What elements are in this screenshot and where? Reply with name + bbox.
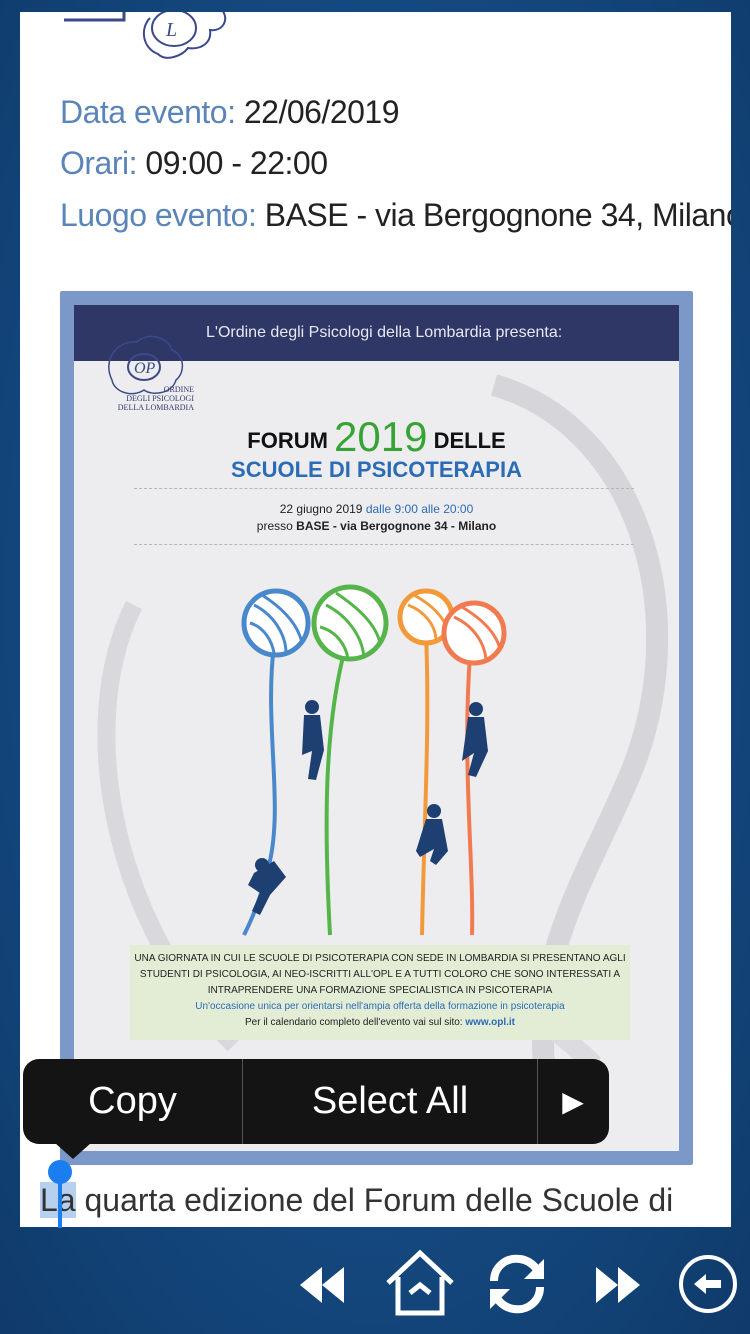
event-hours-line: Orari: 09:00 - 22:00 [60,145,328,182]
svg-text:L: L [165,19,177,41]
poster-logo-text: ORDINE DEGLI PSICOLOGI DELLA LOMBARDIA [117,385,194,412]
event-hours-label: Orari: [60,145,138,181]
event-date-label: Data evento: [60,94,236,130]
poster-subtitle: SCUOLE DI PSICOTERAPIA [231,457,522,482]
event-hours-value: 09:00 - 22:00 [145,145,328,181]
event-place-line: Luogo evento: BASE - via Bergognone 34, … [60,197,731,234]
poster-info-box: UNA GIORNATA IN CUI LE SCUOLE DI PSICOTE… [130,945,630,1040]
event-place-value: BASE - via Bergognone 34, Milano [264,197,731,233]
poster-divider-bottom [134,544,634,545]
event-date-value: 22/06/2019 [243,94,400,130]
svg-text:OP: OP [134,360,156,377]
article-text: La quarta edizione del Forum delle Scuol… [40,1182,674,1219]
event-poster[interactable]: L'Ordine degli Psicologi della Lombardia… [60,291,693,1165]
poster-forum-title: FORUM 2019 DELLE [247,413,506,460]
text-context-menu: Copy Select All ▶ [23,1059,609,1144]
event-place-label: Luogo evento: [60,197,257,233]
article-text-rest: quarta edizione del Forum delle Scuole d… [75,1182,674,1218]
more-menu-arrow[interactable]: ▶ [538,1059,608,1144]
fast-forward-icon[interactable] [592,1263,642,1307]
select-all-menu-item[interactable]: Select All [243,1059,537,1144]
refresh-icon[interactable] [484,1251,550,1317]
poster-yarn-illustration [241,584,507,936]
content-card: L Data evento: 22/06/2019 Orari: 09:00 -… [20,12,731,1227]
event-date-line: Data evento: 22/06/2019 [60,94,400,131]
copy-menu-item[interactable]: Copy [23,1059,242,1144]
poster-divider-top [134,488,634,489]
selection-handle-line[interactable] [58,1180,62,1228]
rewind-icon[interactable] [298,1263,348,1307]
poster-inner: L'Ordine degli Psicologi della Lombardia… [74,305,679,1151]
home-icon[interactable] [384,1249,456,1319]
opl-logo-icon: L [64,12,227,59]
back-icon[interactable] [677,1253,739,1315]
context-menu-tail [55,1143,91,1159]
selection-handle[interactable] [48,1160,72,1184]
poster-date-block: 22 giugno 2019 dalle 9:00 alle 20:00 pre… [256,502,497,533]
bottom-toolbar [0,1227,750,1334]
